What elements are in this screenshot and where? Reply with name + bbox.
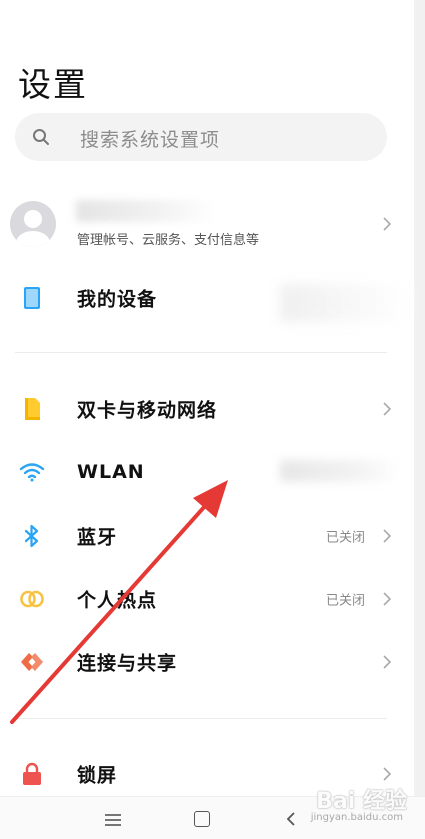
settings-item-label: 蓝牙 — [77, 526, 118, 549]
settings-item-connection-sharing[interactable]: 连接与共享 — [0, 632, 414, 692]
avatar — [10, 201, 56, 247]
settings-item-label: 双卡与移动网络 — [77, 399, 218, 422]
chevron-right-icon — [383, 217, 392, 231]
section-divider — [15, 718, 387, 719]
chevron-right-icon — [383, 767, 392, 781]
chevron-right-icon — [383, 529, 392, 543]
sim-card-icon — [18, 395, 46, 423]
back-icon[interactable] — [286, 811, 296, 827]
bluetooth-icon — [18, 522, 46, 550]
status-value: 已关闭 — [325, 530, 365, 546]
redacted-username — [76, 200, 216, 222]
settings-item-label: 我的设备 — [77, 288, 158, 311]
redacted-device-name — [280, 284, 410, 322]
section-divider — [15, 352, 387, 353]
account-subtitle: 管理帐号、云服务、支付信息等 — [77, 233, 260, 248]
page-title: 设置 — [18, 65, 88, 104]
lock-icon — [18, 760, 46, 788]
device-icon — [18, 284, 46, 312]
search-placeholder: 搜索系统设置项 — [80, 129, 221, 151]
scroll-edge — [414, 0, 425, 838]
watermark-url: jingyan.baidu.com — [310, 812, 403, 823]
chevron-right-icon — [383, 655, 392, 669]
hotspot-icon — [18, 585, 46, 613]
chevron-right-icon — [383, 402, 392, 416]
watermark-logo: Bai 经验 — [316, 789, 407, 814]
home-icon[interactable] — [194, 811, 210, 827]
redacted-wifi-name — [280, 460, 400, 482]
share-icon — [18, 648, 46, 676]
search-icon — [33, 129, 49, 145]
menu-icon[interactable] — [104, 813, 122, 827]
status-value: 已关闭 — [325, 593, 365, 609]
user-avatar-icon — [16, 210, 50, 247]
settings-item-bluetooth[interactable]: 蓝牙 已关闭 — [0, 506, 414, 566]
settings-item-label: 连接与共享 — [77, 652, 178, 675]
settings-item-label: 锁屏 — [77, 764, 118, 787]
settings-item-label: 个人热点 — [77, 589, 158, 612]
wifi-icon — [18, 458, 46, 486]
search-bar[interactable]: 搜索系统设置项 — [15, 113, 387, 161]
settings-item-hotspot[interactable]: 个人热点 已关闭 — [0, 569, 414, 629]
settings-item-sim[interactable]: 双卡与移动网络 — [0, 379, 414, 439]
settings-item-label: WLAN — [77, 461, 145, 483]
chevron-right-icon — [383, 592, 392, 606]
